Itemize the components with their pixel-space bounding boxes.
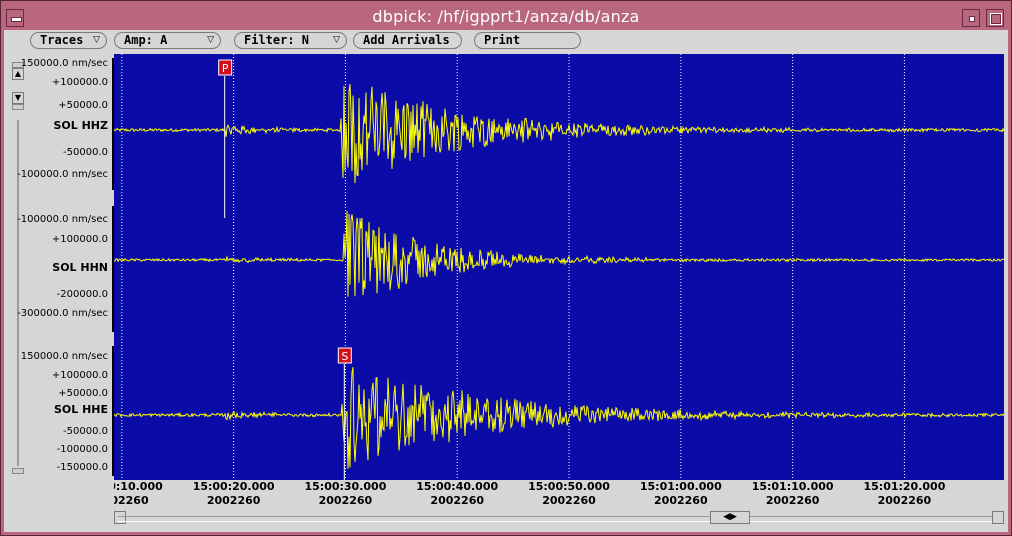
time-tick-label: 15:01:00.000 2002260 [639,480,722,507]
amp-label: -300000.0 nm/sec [17,308,108,319]
amp-label: -100000.0 [56,444,108,455]
amp-label: -100000.0 nm/sec [17,214,108,225]
amp-label: Amp: A [124,33,168,47]
amp-label: -50000.0 [63,426,108,437]
amp-menu-button[interactable]: Amp: A ▽ [114,32,221,49]
amp-label: -200000.0 [56,289,108,300]
time-tick-label: 15:00:20.000 2002260 [192,480,275,507]
time-tick-label: 15:00:30.000 2002260 [304,480,387,507]
seismogram-trace-sol-hhe [114,367,1004,470]
window-title: dbpick: /hf/igpprt1/anza/db/anza [372,7,640,26]
horizontal-scrollbar[interactable]: ◀▶ [114,510,1004,526]
horizontal-scroll-track[interactable] [118,516,998,522]
seismogram-trace-sol-hhz [114,84,1004,184]
print-button[interactable]: Print [474,32,581,49]
filter-label: Filter: N [244,33,310,47]
seismogram-plot[interactable]: PS [114,54,1004,480]
minimize-icon [969,16,975,22]
amp-label: -50000.0 [63,147,108,158]
scroll-thumb[interactable]: ◀▶ [710,511,750,524]
amp-label: -150000.0 [56,462,108,473]
seismogram-trace-sol-hhn [114,210,1004,297]
amp-label: 150000.0 nm/sec [20,351,108,362]
time-tick-label: 15:00:10.0002002260 [114,480,163,507]
time-tick-label: 15:00:50.000 2002260 [528,480,610,507]
amp-label: 150000.0 nm/sec [20,58,108,69]
maximize-button[interactable] [986,9,1004,27]
time-axis: 15:00:10.0002002260 15:00:20.0002002260 15… [114,480,1004,514]
maximize-icon [990,13,1002,25]
channel-label-hhn: SOL HHN [52,261,108,274]
dropdown-arrow-icon: ▽ [93,35,100,45]
scroll-grip[interactable] [12,468,24,474]
scroll-left-icon: ◀ [723,512,730,522]
amp-label: +50000.0 [58,388,108,399]
channel-label-hhz: SOL HHZ [53,119,108,132]
traces-menu-button[interactable]: Traces ▽ [30,32,107,49]
amplitude-labels: 150000.0 nm/sec +100000.0 +50000.0 SOL H… [17,54,114,478]
dropdown-arrow-icon: ▽ [333,35,340,45]
traces-label: Traces [40,33,84,47]
channel-label-hhe: SOL HHE [53,403,108,416]
scroll-right-icon: ▶ [730,512,737,522]
vertical-scrollbar[interactable]: ▲ ▼ [12,58,24,478]
dropdown-arrow-icon: ▽ [207,35,214,45]
seismogram-svg[interactable]: PS [114,54,1004,480]
amp-label: +100000.0 [51,234,108,245]
filter-menu-button[interactable]: Filter: N ▽ [234,32,347,49]
time-tick-label: 15:01:10.000 2002260 [751,480,834,507]
client-area: Traces ▽ Amp: A ▽ Filter: N ▽ Add Arrivals … [4,30,1008,532]
scroll-grip[interactable] [12,104,24,110]
scroll-right-button[interactable] [992,511,1004,524]
minimize-button[interactable] [962,9,980,27]
scroll-up-icon[interactable]: ▲ [12,68,24,80]
scroll-down-icon[interactable]: ▼ [12,92,24,104]
amp-label: -100000.0 nm/sec [17,169,108,180]
add-arrivals-button[interactable]: Add Arrivals [353,32,462,49]
time-tick-label: 15:01:20.000 2002260 [863,480,946,507]
pick-label-s[interactable]: S [341,350,348,363]
pick-label-p[interactable]: P [222,62,229,75]
amp-label: +100000.0 [51,370,108,381]
title-bar[interactable]: dbpick: /hf/igpprt1/anza/db/anza [4,4,1008,30]
toolbar: Traces ▽ Amp: A ▽ Filter: N ▽ Add Arrivals … [4,30,1008,52]
amp-label: +50000.0 [58,100,108,111]
time-tick-label: 15:00:40.000 2002260 [416,480,499,507]
amp-label: +100000.0 [51,77,108,88]
